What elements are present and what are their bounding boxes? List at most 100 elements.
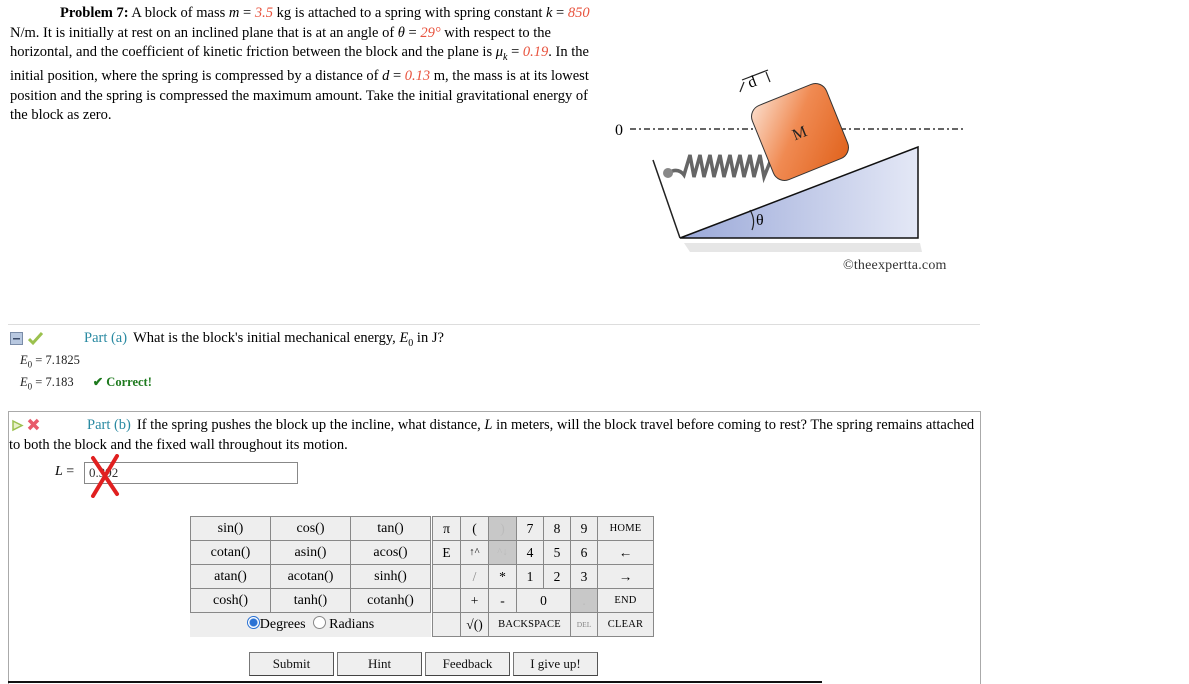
radians-label: Radians bbox=[329, 617, 375, 632]
problem-statement: Problem 7: A block of mass m = 3.5 kg is… bbox=[10, 4, 600, 126]
key-cosh[interactable]: cosh() bbox=[190, 588, 271, 613]
divider bbox=[8, 324, 980, 325]
key-backspace[interactable]: BACKSPACE bbox=[488, 612, 571, 637]
question-text: in J? bbox=[413, 330, 444, 346]
part-a-label: Part (a) bbox=[84, 330, 128, 346]
problem-text-segment: = bbox=[389, 68, 405, 85]
part-b-question: Part (b) If the spring pushes the block u… bbox=[9, 416, 979, 455]
variable: μk bbox=[495, 44, 508, 63]
variable: θ bbox=[397, 24, 405, 41]
equals: = bbox=[62, 464, 75, 479]
part-b-label: Part (b) bbox=[87, 417, 131, 433]
svg-text:d: d bbox=[746, 73, 759, 92]
key-blank bbox=[432, 612, 461, 637]
problem-text-segment: = bbox=[507, 44, 523, 60]
key-cos[interactable]: cos() bbox=[270, 516, 351, 541]
answer-value: = 7.1825 bbox=[32, 353, 80, 367]
check-icon bbox=[28, 331, 43, 346]
given-value: 29° bbox=[420, 24, 441, 41]
key-e[interactable]: E bbox=[432, 540, 461, 565]
key-atan[interactable]: atan() bbox=[190, 564, 271, 589]
final-answer: E0 = 7.183 ✔ Correct! bbox=[20, 374, 152, 392]
answer-input[interactable] bbox=[84, 462, 298, 484]
answer-row: L = bbox=[55, 454, 298, 498]
part-b: Part (b) If the spring pushes the block u… bbox=[8, 411, 981, 684]
key-left-paren[interactable]: ( bbox=[460, 516, 489, 541]
key-tan[interactable]: tan() bbox=[350, 516, 431, 541]
previous-answer: E0 = 7.1825 bbox=[20, 353, 80, 370]
feedback-button[interactable]: Feedback bbox=[425, 652, 510, 676]
key-divide[interactable]: / bbox=[460, 564, 489, 589]
key-9[interactable]: 9 bbox=[570, 516, 598, 541]
input-label: L bbox=[55, 464, 63, 479]
copyright: ©theexpertta.com bbox=[843, 258, 947, 273]
key-6[interactable]: 6 bbox=[570, 540, 598, 565]
key-home[interactable]: HOME bbox=[597, 516, 654, 541]
submit-button[interactable]: Submit bbox=[249, 652, 334, 676]
key-end[interactable]: END bbox=[597, 588, 654, 613]
problem-text-segment: A block of mass bbox=[128, 5, 229, 21]
key-8[interactable]: 8 bbox=[543, 516, 571, 541]
key-3[interactable]: 3 bbox=[570, 564, 598, 589]
var: E bbox=[20, 375, 28, 389]
given-value: 850 bbox=[567, 5, 590, 21]
var: E bbox=[20, 353, 28, 367]
var: E bbox=[399, 330, 409, 346]
key-4[interactable]: 4 bbox=[516, 540, 544, 565]
incline-shadow bbox=[684, 243, 922, 252]
key-1[interactable]: 1 bbox=[516, 564, 544, 589]
key-acos[interactable]: acos() bbox=[350, 540, 431, 565]
problem-text-segment: kg is attached to a spring with spring c… bbox=[272, 5, 546, 21]
key-plus[interactable]: + bbox=[460, 588, 489, 613]
key-sin[interactable]: sin() bbox=[190, 516, 271, 541]
svg-text:θ: θ bbox=[756, 212, 764, 229]
key-0[interactable]: 0 bbox=[516, 588, 571, 613]
bottom-rule bbox=[8, 681, 822, 683]
collapse-icon[interactable] bbox=[10, 332, 23, 345]
key-decimal[interactable]: . bbox=[570, 588, 598, 613]
problem-text-segment: = bbox=[552, 5, 568, 21]
angle-mode: Degrees Radians bbox=[190, 613, 431, 637]
question-text: What is the block's initial mechanical e… bbox=[133, 330, 400, 346]
key-right-arrow[interactable]: → bbox=[597, 564, 654, 589]
hint-button[interactable]: Hint bbox=[337, 652, 422, 676]
part-a-question: Part (a) What is the block's initial mech… bbox=[84, 330, 444, 349]
function-keypad: sin() cos() tan() cotan() asin() acos() atan()… bbox=[190, 516, 431, 637]
key-clear[interactable]: CLEAR bbox=[597, 612, 654, 637]
key-blank bbox=[432, 588, 461, 613]
radians-radio[interactable] bbox=[312, 616, 326, 629]
given-value: 0.13 bbox=[404, 68, 431, 85]
key-cotanh[interactable]: cotanh() bbox=[350, 588, 431, 613]
given-value: 0.19 bbox=[522, 44, 549, 60]
key-5[interactable]: 5 bbox=[543, 540, 571, 565]
key-blank bbox=[432, 564, 461, 589]
key-left-arrow[interactable]: ← bbox=[597, 540, 654, 565]
key-pi[interactable]: π bbox=[432, 516, 461, 541]
key-acotan[interactable]: acotan() bbox=[270, 564, 351, 589]
key-7[interactable]: 7 bbox=[516, 516, 544, 541]
zero-label: 0 bbox=[615, 122, 623, 139]
key-multiply[interactable]: * bbox=[488, 564, 517, 589]
key-tanh[interactable]: tanh() bbox=[270, 588, 351, 613]
answer-value: = 7.183 bbox=[32, 375, 74, 389]
key-minus[interactable]: - bbox=[488, 588, 517, 613]
number-keypad: π ( ) 7 8 9 HOME E ↑^ ^↓ 4 5 6 ← / * 1 2… bbox=[432, 516, 654, 637]
given-value: 3.5 bbox=[254, 5, 273, 21]
problem-text-segment: N/m. It is initially at rest on an incli… bbox=[10, 24, 398, 41]
correct-badge: ✔ Correct! bbox=[92, 375, 152, 389]
problem-label: Problem 7: bbox=[60, 5, 129, 21]
give-up-button[interactable]: I give up! bbox=[513, 652, 598, 676]
key-sinh[interactable]: sinh() bbox=[350, 564, 431, 589]
key-asin[interactable]: asin() bbox=[270, 540, 351, 565]
key-superscript-up[interactable]: ↑^ bbox=[460, 540, 489, 565]
key-2[interactable]: 2 bbox=[543, 564, 571, 589]
key-superscript-down[interactable]: ^↓ bbox=[488, 540, 517, 565]
key-right-paren[interactable]: ) bbox=[488, 516, 517, 541]
question-text: If the spring pushes the block up the in… bbox=[136, 417, 485, 433]
spring bbox=[667, 151, 783, 184]
key-cotan[interactable]: cotan() bbox=[190, 540, 271, 565]
incline-spring-figure: 0 M d θ bbox=[615, 69, 965, 252]
degrees-radio[interactable] bbox=[246, 616, 260, 629]
key-sqrt[interactable]: √() bbox=[460, 612, 489, 637]
key-del[interactable]: DEL bbox=[570, 612, 598, 637]
